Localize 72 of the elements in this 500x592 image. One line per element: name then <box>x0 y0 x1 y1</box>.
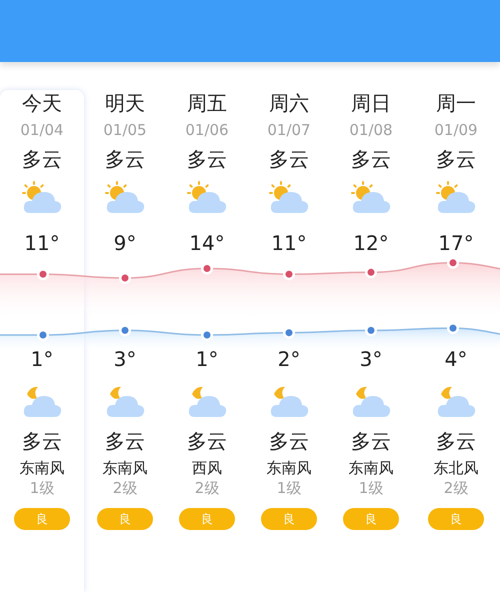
day-column[interactable]: 周一 01/09 多云 17° 4° 多云 东北风 2级 良 <box>412 90 500 592</box>
air-quality-badge: 良 <box>97 508 153 530</box>
date-label: 01/05 <box>103 120 147 140</box>
air-quality-badge: 良 <box>261 508 317 530</box>
wind-direction: 东北风 <box>434 458 478 478</box>
low-temperature: 4° <box>444 346 468 372</box>
day-column[interactable]: 明天 01/05 多云 9° 3° 多云 东南风 2级 良 <box>84 90 166 592</box>
moon-cloud-icon <box>350 384 392 420</box>
day-column[interactable]: 周五 01/06 多云 14° 1° 多云 西风 2级 良 <box>166 90 248 592</box>
day-column[interactable]: 周六 01/07 多云 11° 2° 多云 东南风 1级 良 <box>248 90 330 592</box>
moon-cloud-icon <box>435 384 477 420</box>
day-name: 周六 <box>269 90 309 116</box>
night-condition: 多云 <box>22 428 62 454</box>
air-quality-badge: 良 <box>343 508 399 530</box>
high-temperature: 12° <box>353 230 389 256</box>
air-quality-badge: 良 <box>428 508 484 530</box>
high-temperature: 11° <box>24 230 60 256</box>
wind-level: 1级 <box>358 478 384 498</box>
wind-level: 2级 <box>112 478 138 498</box>
moon-cloud-icon <box>268 384 310 420</box>
wind-level: 1级 <box>30 478 54 498</box>
high-temperature: 17° <box>438 230 474 256</box>
high-temperature: 9° <box>114 230 136 256</box>
night-condition: 多云 <box>269 428 309 454</box>
wind-level: 1级 <box>276 478 302 498</box>
day-name: 周一 <box>436 90 476 116</box>
sun-cloud-icon <box>435 180 477 216</box>
night-condition: 多云 <box>187 428 227 454</box>
day-condition: 多云 <box>187 146 227 172</box>
day-name: 明天 <box>105 90 145 116</box>
air-quality-badge: 良 <box>14 508 70 530</box>
wind-direction: 东南风 <box>348 458 394 478</box>
day-condition: 多云 <box>105 146 145 172</box>
day-column[interactable]: 今天 01/04 多云 11° 1° 多云 东南风 1级 良 <box>0 90 84 592</box>
day-condition: 多云 <box>269 146 309 172</box>
wind-direction: 西风 <box>192 458 222 478</box>
day-condition: 多云 <box>22 146 62 172</box>
day-name: 周日 <box>351 90 391 116</box>
low-temperature: 1° <box>196 346 218 372</box>
wind-direction: 东南风 <box>266 458 312 478</box>
moon-cloud-icon <box>21 384 63 420</box>
date-label: 01/08 <box>349 120 393 140</box>
day-condition: 多云 <box>436 146 476 172</box>
high-temperature: 14° <box>189 230 225 256</box>
night-condition: 多云 <box>105 428 145 454</box>
sun-cloud-icon <box>186 180 228 216</box>
night-condition: 多云 <box>436 428 476 454</box>
date-label: 01/07 <box>267 120 311 140</box>
wind-direction: 东南风 <box>102 458 148 478</box>
sun-cloud-icon <box>104 180 146 216</box>
sun-cloud-icon <box>21 180 63 216</box>
high-temperature: 11° <box>271 230 307 256</box>
sun-cloud-icon <box>268 180 310 216</box>
day-column[interactable]: 周日 01/08 多云 12° 3° 多云 东南风 1级 良 <box>330 90 412 592</box>
moon-cloud-icon <box>186 384 228 420</box>
moon-cloud-icon <box>104 384 146 420</box>
low-temperature: 3° <box>114 346 136 372</box>
low-temperature: 3° <box>360 346 382 372</box>
day-condition: 多云 <box>351 146 391 172</box>
wind-direction: 东南风 <box>20 458 64 478</box>
sun-cloud-icon <box>350 180 392 216</box>
low-temperature: 2° <box>278 346 300 372</box>
night-condition: 多云 <box>351 428 391 454</box>
date-label: 01/04 <box>20 120 64 140</box>
low-temperature: 1° <box>30 346 54 372</box>
air-quality-badge: 良 <box>179 508 235 530</box>
date-label: 01/06 <box>185 120 229 140</box>
day-name: 周五 <box>187 90 227 116</box>
wind-level: 2级 <box>444 478 468 498</box>
wind-level: 2级 <box>194 478 220 498</box>
day-name: 今天 <box>22 90 62 116</box>
date-label: 01/09 <box>434 120 478 140</box>
